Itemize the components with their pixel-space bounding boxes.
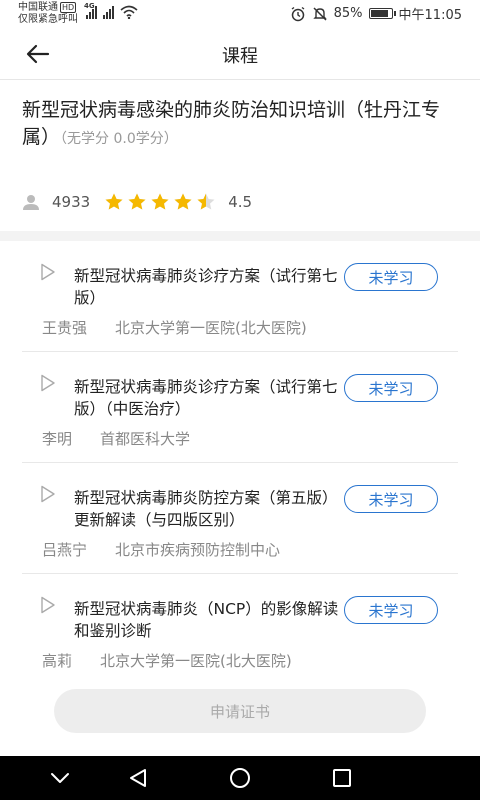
battery-fill [370, 10, 388, 17]
clock: 中午11:05 [398, 8, 462, 23]
battery-percent: 85% [333, 6, 363, 21]
carrier-info: 中国联通 HD 仅限紧急呼叫 [18, 2, 78, 26]
circle-home-icon [230, 768, 250, 788]
lesson-institution: 北京大学第一医院(北大医院) [100, 652, 292, 670]
lesson-status-button[interactable]: 未学习 [344, 596, 438, 624]
course-stats: 4933 4.5 [22, 191, 252, 213]
lesson-author: 吕燕宁 [42, 541, 88, 559]
star-full-icon [105, 193, 123, 210]
page-title: 课程 [222, 46, 258, 67]
lesson-institution: 首都医科大学 [100, 430, 191, 448]
lesson-title: 新型冠状病毒肺炎防控方案（第五版）更新解读（与四版区别） [74, 489, 338, 529]
network-type: 4G [84, 2, 95, 10]
square-recents-icon [333, 769, 351, 787]
lesson-author: 李明 [42, 430, 73, 448]
nav-collapse-button[interactable] [46, 764, 74, 792]
nav-home-button[interactable] [226, 764, 254, 792]
lesson-meta: 王贵强 北京大学第一医院(北大医院) [42, 317, 307, 338]
status-bar: 中国联通 HD 仅限紧急呼叫 4G 85% 中午11:05 [0, 0, 480, 28]
wifi-icon [120, 5, 138, 19]
mute-icon [312, 6, 327, 21]
lesson-author: 高莉 [42, 652, 73, 670]
play-icon [41, 485, 55, 503]
status-right: 85% 中午11:05 [290, 4, 462, 23]
play-icon [41, 374, 55, 392]
lesson-institution: 北京市疾病预防控制中心 [115, 541, 281, 559]
lesson-status-button[interactable]: 未学习 [344, 374, 438, 402]
nav-recents-button[interactable] [328, 764, 356, 792]
section-divider [0, 231, 480, 241]
signal-icon-secondary [103, 5, 114, 19]
course-title: 新型冠状病毒感染的肺炎防治知识培训（牡丹江专属）（无学分 0.0学分） [22, 97, 462, 153]
star-full-icon [151, 193, 169, 210]
lesson-item[interactable]: 新型冠状病毒肺炎诊疗方案（试行第七版）（中医治疗） 未学习 李明 首都医科大学 [22, 352, 458, 463]
rating-value: 4.5 [228, 193, 253, 211]
apply-certificate-button[interactable]: 申请证书 [54, 689, 426, 733]
lesson-institution: 北京大学第一医院(北大医院) [115, 319, 307, 337]
carrier-emergency-text: 仅限紧急呼叫 [18, 14, 78, 25]
lesson-status-button[interactable]: 未学习 [344, 263, 438, 291]
learner-count: 4933 [52, 193, 91, 211]
signal-icon: 4G [84, 2, 97, 19]
lesson-status-button[interactable]: 未学习 [344, 485, 438, 513]
lesson-item[interactable]: 新型冠状病毒肺炎防控方案（第五版）更新解读（与四版区别） 未学习 吕燕宁 北京市疾… [22, 463, 458, 574]
lesson-meta: 高莉 北京大学第一医院(北大医院) [42, 650, 292, 671]
alarm-icon [291, 6, 305, 21]
lesson-title: 新型冠状病毒肺炎（NCP）的影像解读和鉴别诊断 [74, 600, 339, 640]
lesson-list: 新型冠状病毒肺炎诊疗方案（试行第七版） 未学习 王贵强北京大学第一医院(北大医院… [22, 241, 458, 685]
star-rating [104, 192, 216, 212]
star-full-icon [174, 193, 192, 210]
system-nav-bar [0, 756, 480, 800]
lesson-meta: 李明 首都医科大学 [42, 428, 190, 449]
play-icon [41, 263, 55, 281]
hd-badge: HD [60, 2, 77, 13]
lesson-author: 王贵强 [42, 319, 88, 337]
chevron-down-icon [51, 773, 69, 783]
battery-icon [368, 8, 396, 19]
star-full-icon [128, 193, 146, 210]
star-half-icon [197, 193, 215, 210]
lesson-item[interactable]: 新型冠状病毒肺炎诊疗方案（试行第七版） 未学习 王贵强 北京大学第一医院(北大医院… [22, 241, 458, 352]
lesson-meta: 吕燕宁 北京市疾病预防控制中心 [42, 539, 280, 560]
play-icon [41, 596, 55, 614]
app-header: 课程 [0, 28, 480, 80]
signal-area: 4G [84, 2, 138, 19]
lesson-item[interactable]: 新型冠状病毒肺炎（NCP）的影像解读和鉴别诊断 未学习 高莉 北京大学第一医院(北… [22, 574, 458, 685]
nav-back-button[interactable] [124, 764, 152, 792]
lesson-title: 新型冠状病毒肺炎诊疗方案（试行第七版）（中医治疗） [74, 378, 338, 418]
triangle-back-icon [130, 769, 146, 787]
carrier-name: 中国联通 [18, 2, 58, 13]
course-credit: （无学分 0.0学分） [60, 131, 178, 147]
lesson-title: 新型冠状病毒肺炎诊疗方案（试行第七版） [74, 267, 338, 307]
course-info: 新型冠状病毒感染的肺炎防治知识培训（牡丹江专属）（无学分 0.0学分） 4933… [0, 81, 480, 231]
user-icon [23, 195, 39, 210]
